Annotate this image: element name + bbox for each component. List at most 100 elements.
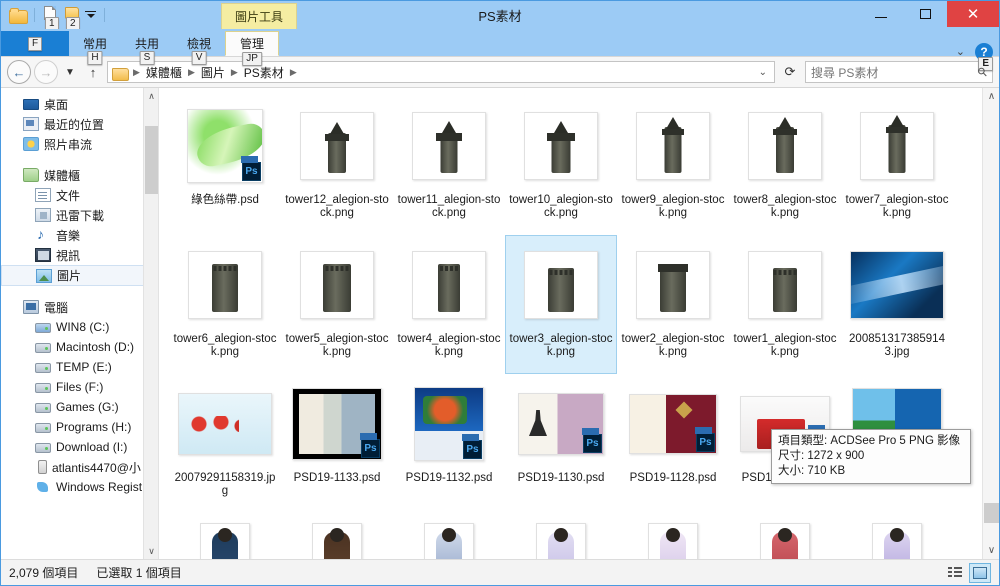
file-tile[interactable]: tower4_alegion-stock.png [393, 235, 505, 374]
address-dropdown-icon[interactable]: ⌄ [759, 67, 770, 78]
tab-view[interactable]: 檢視 V [173, 31, 225, 56]
file-thumbnail: Ps [400, 379, 498, 469]
maximize-button[interactable] [903, 1, 947, 27]
sidebar-item-photostream[interactable]: 照片串流 [1, 134, 158, 154]
sidebar-group-computer[interactable]: 電腦 [1, 297, 158, 317]
tab-home[interactable]: 常用 H [69, 31, 121, 56]
photo-graphic [851, 252, 943, 318]
file-tile[interactable]: 20079291158319.jpg [169, 374, 281, 513]
file-tile[interactable] [729, 513, 841, 559]
file-tile[interactable]: tower6_alegion-stock.png [169, 235, 281, 374]
details-view-button[interactable] [944, 563, 966, 583]
file-tile[interactable]: tower9_alegion-stock.png [617, 96, 729, 235]
forward-icon: → [40, 65, 53, 80]
file-tile[interactable] [505, 513, 617, 559]
photoshop-badge-icon: Ps [583, 434, 602, 453]
file-thumbnail [176, 379, 274, 469]
tower-graphic [749, 113, 821, 179]
file-thumbnail [848, 518, 946, 559]
close-button[interactable]: ✕ [947, 1, 999, 27]
search-box[interactable]: 搜尋 PS素材 ⚲ [805, 61, 993, 83]
sidebar-item-desktop[interactable]: 桌面 [1, 94, 158, 114]
character-graphic [537, 524, 585, 559]
sidebar-item-drive-i[interactable]: Download (I:) [1, 437, 158, 457]
refresh-button[interactable]: ⟳ [778, 61, 802, 83]
sidebar-group-label: 媒體櫃 [44, 167, 80, 184]
tower-graphic [413, 252, 485, 318]
scroll-up-icon[interactable]: ∧ [144, 88, 159, 104]
file-tile[interactable]: tower7_alegion-stock.png [841, 96, 953, 235]
file-tile[interactable]: tower2_alegion-stock.png [617, 235, 729, 374]
thumbnail-image [188, 251, 262, 319]
scrollbar-thumb[interactable] [984, 503, 999, 523]
file-name: tower3_alegion-stock.png [509, 333, 613, 359]
file-tile[interactable]: tower11_alegion-stock.png [393, 96, 505, 235]
recent-locations-button[interactable]: ▼ [61, 60, 79, 84]
file-tile[interactable]: tower12_alegion-stock.png [281, 96, 393, 235]
sidebar-item-drive-d[interactable]: Macintosh (D:) [1, 337, 158, 357]
thumbnail-image [760, 523, 810, 559]
sidebar-item-pictures[interactable]: 圖片 [1, 265, 158, 286]
sidebar-item-recent[interactable]: 最近的位置 [1, 114, 158, 134]
help-button[interactable]: ? E [975, 43, 993, 61]
sidebar-item-registry[interactable]: Windows Regist [1, 477, 158, 497]
ribbon-collapse-icon[interactable]: ⌄ [956, 45, 965, 58]
file-tile[interactable] [617, 513, 729, 559]
scroll-up-icon[interactable]: ∧ [983, 88, 999, 105]
sidebar-item-phone[interactable]: atlantis4470@小 [1, 457, 158, 477]
file-tile[interactable] [281, 513, 393, 559]
sidebar-item-drive-f[interactable]: Files (F:) [1, 377, 158, 397]
file-tile[interactable]: PsPSD19-1133.psd [281, 374, 393, 513]
breadcrumb-item-pictures[interactable]: 圖片 [198, 64, 228, 81]
sidebar-item-drive-g[interactable]: Games (G:) [1, 397, 158, 417]
tab-manage-keytip: JP [242, 52, 262, 66]
breadcrumb-item-current[interactable]: PS素材 [241, 64, 287, 81]
file-tile[interactable] [169, 513, 281, 559]
file-tile[interactable]: tower3_alegion-stock.png [505, 235, 617, 374]
breadcrumb-separator: ▶ [230, 67, 239, 78]
status-bar: 2,079 個項目 已選取 1 個項目 [1, 559, 999, 585]
sidebar-item-drive-e[interactable]: TEMP (E:) [1, 357, 158, 377]
sidebar-item-documents[interactable]: 文件 [1, 185, 158, 205]
file-tile[interactable]: tower1_alegion-stock.png [729, 235, 841, 374]
scrollbar-track[interactable] [984, 105, 999, 453]
breadcrumb[interactable]: ▶ 媒體櫃 ▶ 圖片 ▶ PS素材 ▶ ⌄ [107, 61, 775, 83]
sidebar-item-downloads[interactable]: 迅雷下載 [1, 205, 158, 225]
sidebar-item-drive-c[interactable]: WIN8 (C:) [1, 317, 158, 337]
content-scrollbar[interactable]: ∧ ∨ [982, 88, 999, 559]
icons-view-button[interactable] [969, 563, 991, 583]
file-name: PSD19-1132.psd [397, 472, 501, 485]
minimize-button[interactable] [859, 1, 903, 27]
file-tile[interactable] [841, 513, 953, 559]
sidebar-scrollbar[interactable]: ∧ ∨ [143, 88, 158, 559]
file-tile[interactable]: Ps綠色絲帶.psd [169, 96, 281, 235]
video-icon [35, 248, 51, 262]
sidebar-item-label: 視訊 [56, 247, 80, 264]
file-tile[interactable]: Ps PSD19-1132.psd [393, 374, 505, 513]
file-tile[interactable] [393, 513, 505, 559]
sidebar-item-videos[interactable]: 視訊 [1, 245, 158, 265]
file-tile[interactable]: tower10_alegion-stock.png [505, 96, 617, 235]
title-bar: 1 2 圖片工具 PS素材 ✕ [1, 1, 999, 29]
scroll-down-icon[interactable]: ∨ [144, 543, 159, 559]
file-tile[interactable]: PsPSD19-1128.psd [617, 374, 729, 513]
tower-body [438, 264, 460, 312]
tab-manage[interactable]: 管理 JP [225, 31, 279, 56]
scrollbar-thumb[interactable] [145, 126, 158, 194]
scroll-down-icon[interactable]: ∨ [983, 542, 999, 559]
tab-file[interactable]: F [1, 31, 69, 56]
file-tile[interactable]: tower5_alegion-stock.png [281, 235, 393, 374]
forward-button[interactable]: → [34, 60, 58, 84]
sidebar-item-label: Download (I:) [56, 440, 127, 454]
file-tile[interactable]: PsPSD19-1130.psd [505, 374, 617, 513]
file-tile[interactable]: tower8_alegion-stock.png [729, 96, 841, 235]
tab-share[interactable]: 共用 S [121, 31, 173, 56]
file-tile[interactable]: 2008513173859143.jpg [841, 235, 953, 374]
back-button[interactable]: ← [7, 60, 31, 84]
sidebar-group-libraries[interactable]: 媒體櫃 [1, 165, 158, 185]
breadcrumb-item-libraries[interactable]: 媒體櫃 [143, 64, 185, 81]
character-graphic [425, 524, 473, 559]
thumbnail-image [524, 112, 598, 180]
sidebar-item-drive-h[interactable]: Programs (H:) [1, 417, 158, 437]
sidebar-item-music[interactable]: 音樂 [1, 225, 158, 245]
